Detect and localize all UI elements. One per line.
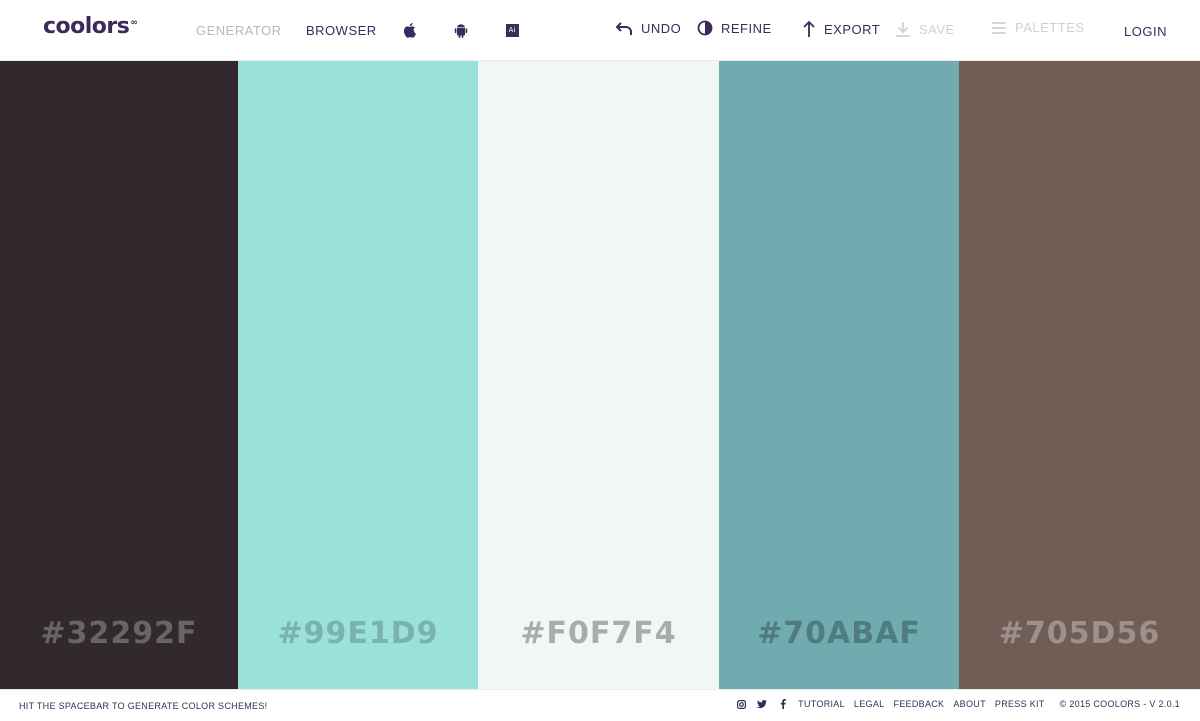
ai-badge-label: Ai [505, 23, 519, 37]
facebook-icon[interactable] [777, 698, 789, 710]
save-button[interactable]: SAVE [895, 20, 955, 38]
color-swatch-1[interactable]: #32292F [0, 61, 238, 689]
export-button[interactable]: EXPORT [802, 20, 880, 38]
color-swatch-3[interactable]: #F0F7F4 [478, 61, 719, 689]
nav-browser[interactable]: BROWSER [306, 23, 377, 38]
android-icon[interactable] [453, 21, 469, 39]
palettes-button[interactable]: PALETTES [991, 20, 1085, 35]
login-link[interactable]: LOGIN [1124, 24, 1167, 39]
export-label: EXPORT [824, 21, 881, 37]
refine-button[interactable]: REFINE [697, 20, 772, 36]
spacebar-hint: HIT THE SPACEBAR TO GENERATE COLOR SCHEM… [19, 701, 268, 711]
twitter-icon[interactable] [756, 698, 768, 710]
palettes-label: PALETTES [1015, 20, 1085, 35]
refine-contrast-icon [697, 20, 713, 36]
color-swatch-4[interactable]: #70ABAF [719, 61, 959, 689]
hex-label-2[interactable]: #99E1D9 [238, 616, 478, 651]
logo-text: coolors [43, 14, 130, 39]
copyright-text: © 2015 COOLORS - V 2.0.1 [1059, 699, 1180, 709]
footer-bar: HIT THE SPACEBAR TO GENERATE COLOR SCHEM… [0, 689, 1200, 721]
hex-label-4[interactable]: #70ABAF [719, 616, 959, 651]
color-palette: #32292F #99E1D9 #F0F7F4 #70ABAF #705D56 [0, 61, 1200, 689]
hex-label-3[interactable]: #F0F7F4 [478, 616, 719, 651]
apple-icon[interactable] [402, 21, 418, 39]
tutorial-link[interactable]: TUTORIAL [798, 699, 845, 709]
top-bar: coolors∞ GENERATOR BROWSER Ai UNDO REFIN… [0, 0, 1200, 61]
instagram-icon[interactable] [735, 698, 747, 710]
hex-label-1[interactable]: #32292F [0, 616, 238, 651]
save-label: SAVE [919, 21, 955, 37]
undo-label: UNDO [641, 20, 682, 36]
press-kit-link[interactable]: PRESS KIT [995, 699, 1045, 709]
undo-button[interactable]: UNDO [615, 20, 681, 36]
hex-label-5[interactable]: #705D56 [959, 616, 1200, 651]
undo-icon [615, 22, 632, 35]
nav-generator[interactable]: GENERATOR [196, 23, 282, 38]
footer-links: TUTORIAL LEGAL FEEDBACK ABOUT PRESS KIT … [735, 698, 1180, 710]
refine-label: REFINE [721, 20, 772, 36]
palettes-menu-icon [992, 21, 1006, 34]
about-link[interactable]: ABOUT [953, 699, 986, 709]
legal-link[interactable]: LEGAL [854, 699, 885, 709]
coolors-logo[interactable]: coolors∞ [43, 14, 138, 39]
export-arrow-icon [803, 20, 815, 37]
color-swatch-5[interactable]: #705D56 [959, 61, 1200, 689]
color-swatch-2[interactable]: #99E1D9 [238, 61, 478, 689]
logo-infinity-mark: ∞ [130, 17, 138, 28]
feedback-link[interactable]: FEEDBACK [893, 699, 944, 709]
adobe-illustrator-icon[interactable]: Ai [504, 21, 520, 39]
save-download-icon [896, 22, 910, 37]
